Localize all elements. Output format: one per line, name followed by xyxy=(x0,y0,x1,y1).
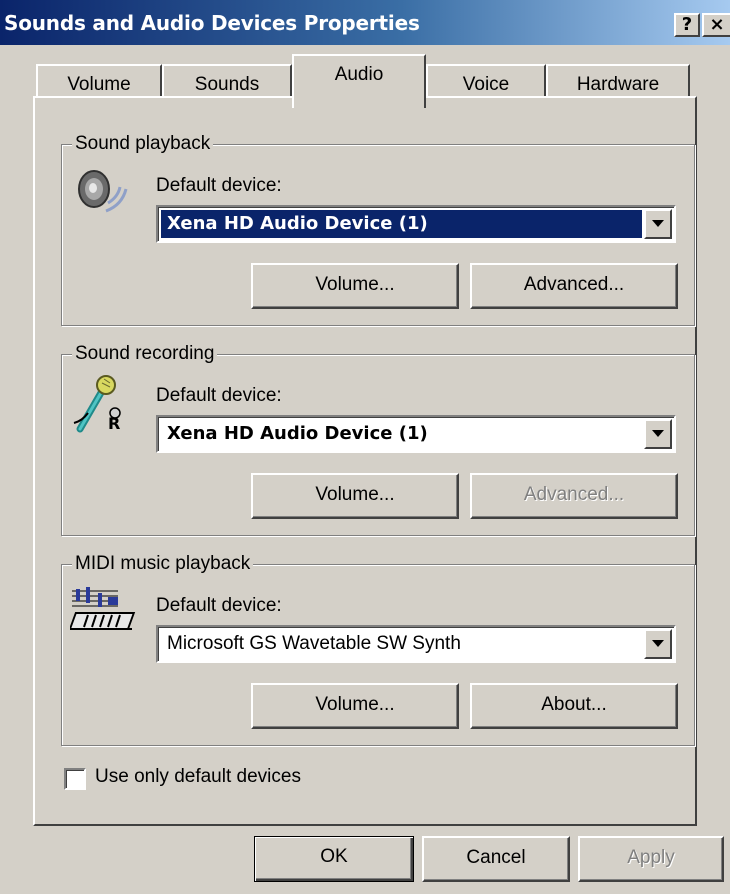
tab-label: Audio xyxy=(334,64,384,85)
group-legend: Sound recording xyxy=(72,343,218,365)
sound-recording-group: Sound recording R Default device: Xena H… xyxy=(61,343,695,536)
recording-advanced-button: Advanced... xyxy=(470,473,678,519)
tab-label: Sounds xyxy=(194,74,260,95)
speaker-icon xyxy=(78,170,128,213)
default-device-label: Default device: xyxy=(156,175,282,196)
tab-label: Hardware xyxy=(576,74,660,95)
midi-about-button[interactable]: About... xyxy=(470,683,678,729)
use-only-default-checkbox[interactable] xyxy=(64,768,86,790)
combo-value: Xena HD Audio Device (1) xyxy=(161,210,642,238)
recording-volume-button[interactable]: Volume... xyxy=(251,473,459,519)
playback-volume-button[interactable]: Volume... xyxy=(251,263,459,309)
midi-playback-group: MIDI music playback Default device: Micr… xyxy=(61,553,695,746)
group-legend: MIDI music playback xyxy=(72,553,254,575)
help-button[interactable]: ? xyxy=(674,13,700,37)
ok-button[interactable]: OK xyxy=(254,836,414,882)
midi-device-select[interactable]: Microsoft GS Wavetable SW Synth xyxy=(156,625,676,663)
default-device-label: Default device: xyxy=(156,595,282,616)
playback-device-select[interactable]: Xena HD Audio Device (1) xyxy=(156,205,676,243)
tab-label: Voice xyxy=(462,74,510,95)
cancel-button[interactable]: Cancel xyxy=(422,836,570,882)
group-legend: Sound playback xyxy=(72,133,214,155)
tab-label: Volume xyxy=(67,74,131,95)
chevron-down-icon[interactable] xyxy=(644,419,672,449)
sound-playback-group: Sound playback Default device: Xena HD A… xyxy=(61,133,695,326)
window-title: Sounds and Audio Devices Properties xyxy=(4,11,420,35)
combo-value: Xena HD Audio Device (1) xyxy=(167,423,428,444)
audio-tab-panel: Sound playback Default device: Xena HD A… xyxy=(33,96,697,826)
dialog-window: Sounds and Audio Devices Properties ? × … xyxy=(0,0,730,894)
use-only-default-label[interactable]: Use only default devices xyxy=(95,766,301,788)
combo-value: Microsoft GS Wavetable SW Synth xyxy=(167,633,461,654)
midi-keyboard-icon xyxy=(70,587,136,630)
tab-audio[interactable]: Audio xyxy=(292,54,426,108)
recording-device-select[interactable]: Xena HD Audio Device (1) xyxy=(156,415,676,453)
midi-volume-button[interactable]: Volume... xyxy=(251,683,459,729)
microphone-icon: R xyxy=(73,375,121,433)
chevron-down-icon[interactable] xyxy=(644,209,672,239)
default-device-label: Default device: xyxy=(156,385,282,406)
title-bar[interactable]: Sounds and Audio Devices Properties ? × xyxy=(0,0,730,45)
close-button[interactable]: × xyxy=(702,13,730,37)
chevron-down-icon[interactable] xyxy=(644,629,672,659)
playback-advanced-button[interactable]: Advanced... xyxy=(470,263,678,309)
apply-button: Apply xyxy=(578,836,724,882)
